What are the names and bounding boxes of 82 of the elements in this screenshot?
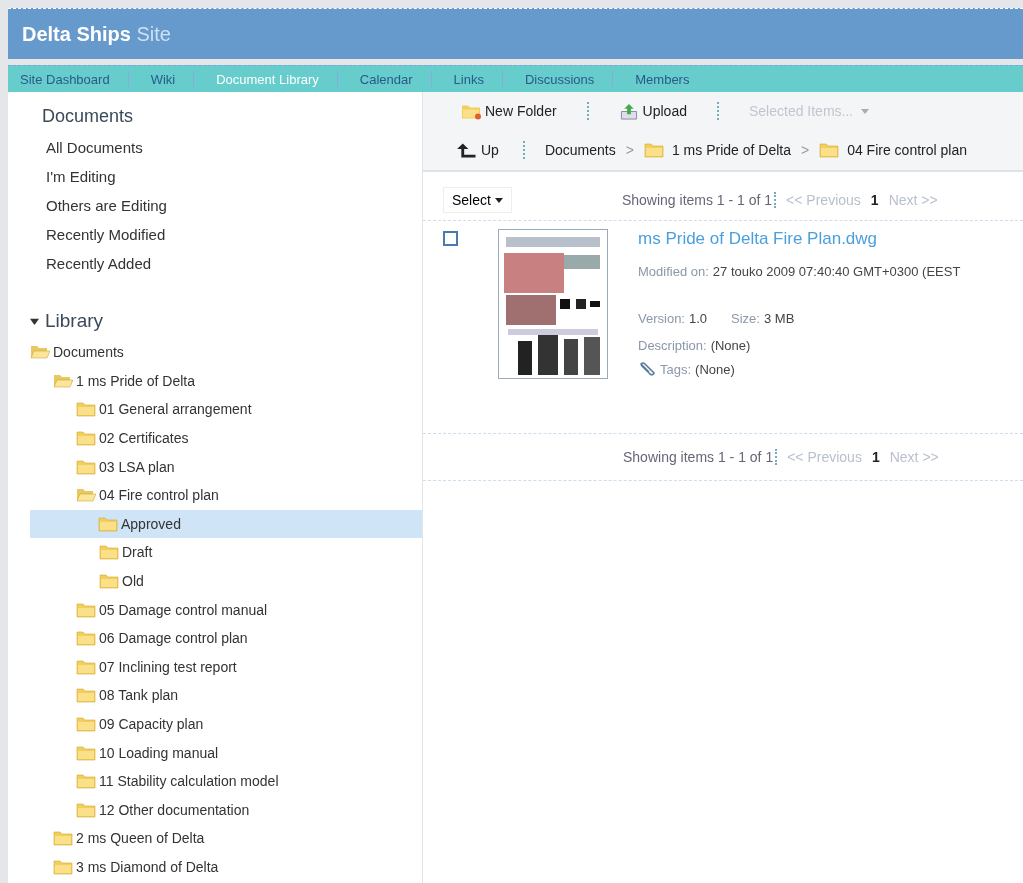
tree-item[interactable]: 12 Other documentation <box>8 795 422 825</box>
nav-tab[interactable]: Links <box>453 71 502 87</box>
folder-icon <box>76 487 96 504</box>
tree-item[interactable]: Old <box>8 566 422 596</box>
tree-item[interactable]: 03 LSA plan <box>8 452 422 481</box>
field-label: Version: <box>638 310 685 326</box>
field-label: Tags: <box>660 361 692 377</box>
caret-icon <box>494 197 503 203</box>
page-number[interactable]: 1 <box>870 192 879 208</box>
breadcrumb-link[interactable]: Documents <box>544 142 616 158</box>
nav-tab[interactable]: Site Dashboard <box>20 71 128 87</box>
breadcrumb-separator: > <box>800 142 810 158</box>
nav-tab[interactable]: Calendar <box>359 71 431 87</box>
folder-icon <box>99 573 119 590</box>
folder-icon <box>53 372 73 389</box>
expand-triangle-icon[interactable] <box>30 316 39 326</box>
tree-item[interactable]: 07 Inclining test report <box>8 652 422 682</box>
tree-item[interactable]: 3 ms Diamond of Delta <box>8 852 422 882</box>
folder-icon <box>76 716 96 732</box>
section-title: Library <box>45 310 104 332</box>
folder-icon <box>76 801 96 818</box>
checkbox[interactable] <box>443 231 458 246</box>
folder-icon <box>76 630 96 647</box>
nav-tab[interactable]: Members <box>635 71 708 87</box>
page-number[interactable]: 1 <box>871 449 880 465</box>
select-button[interactable]: Select <box>443 187 512 213</box>
tree-item[interactable]: 01 General arrangement <box>8 395 422 424</box>
tree-item[interactable]: 1 ms Pride of Delta <box>8 366 422 396</box>
tree-item[interactable]: 05 Damage control manual <box>8 595 422 624</box>
folder-icon <box>99 544 119 561</box>
tree-item[interactable]: 11 Stability calculation model <box>8 766 422 796</box>
section-title: Documents <box>42 106 134 127</box>
tree-item[interactable]: Documents <box>8 338 422 367</box>
folder-icon <box>98 515 118 532</box>
filter-link[interactable]: Recently Added <box>42 249 152 278</box>
tree-item[interactable]: 02 Certificates <box>8 423 422 453</box>
field-value: (None) <box>695 361 735 377</box>
upload-button[interactable]: Upload <box>614 100 691 122</box>
tree-item[interactable]: 09 Capacity plan <box>8 709 422 739</box>
paperclip-icon <box>638 361 656 377</box>
tree-item[interactable]: Draft <box>8 538 422 567</box>
field-value: 3 MB <box>763 310 795 326</box>
folder-icon <box>76 430 96 447</box>
field-value: (None) <box>710 337 751 353</box>
up-arrow-icon <box>457 141 477 159</box>
new-folder-button[interactable]: New Folder <box>457 100 561 122</box>
filter-link[interactable]: All Documents <box>42 133 143 162</box>
item-count: Showing items 1 - 1 of 1 <box>621 192 773 208</box>
field-label: Modified on: <box>638 263 709 279</box>
folder-icon <box>76 658 96 675</box>
folder-icon <box>76 687 96 704</box>
nav-tab[interactable]: Discussions <box>524 71 613 87</box>
breadcrumb-link[interactable]: 04 Fire control plan <box>847 142 967 158</box>
filter-link[interactable]: Recently Modified <box>42 220 166 249</box>
field-value: 1.0 <box>689 310 708 326</box>
tree-item[interactable]: 08 Tank plan <box>8 681 422 710</box>
field-value: 27 touko 2009 07:40:40 GMT+0300 (EEST <box>712 263 961 279</box>
breadcrumb-separator: > <box>625 142 634 158</box>
folder-icon <box>76 458 96 475</box>
tree-item[interactable]: 2 ms Queen of Delta <box>8 824 422 853</box>
tree-item[interactable]: Approved <box>30 509 422 539</box>
tree-item[interactable]: 10 Loading manual <box>8 738 422 767</box>
folder-icon <box>30 344 50 361</box>
folder-icon <box>76 744 96 761</box>
caret-icon <box>861 108 870 114</box>
folder-icon <box>76 773 96 790</box>
item-count: Showing items 1 - 1 of 1 <box>623 449 774 465</box>
folder-icon <box>53 830 73 847</box>
site-title: Delta Ships Site <box>22 22 171 46</box>
nav-tab[interactable]: Wiki <box>150 71 194 87</box>
filter-link[interactable]: I'm Editing <box>42 162 116 191</box>
folder-icon <box>76 601 96 618</box>
filter-link[interactable]: Others are Editing <box>42 191 167 220</box>
folder-icon <box>76 401 96 418</box>
field-label: Description: <box>638 337 707 353</box>
field-label: Size: <box>731 310 760 326</box>
tree-item[interactable]: 06 Damage control plan <box>8 623 422 653</box>
up-button[interactable]: Up <box>453 139 503 161</box>
folder-icon <box>53 859 73 875</box>
tree-item[interactable]: 04 Fire control plan <box>8 480 422 510</box>
upload-icon <box>618 102 639 120</box>
breadcrumb-link[interactable]: 1 ms Pride of Delta <box>671 142 791 158</box>
